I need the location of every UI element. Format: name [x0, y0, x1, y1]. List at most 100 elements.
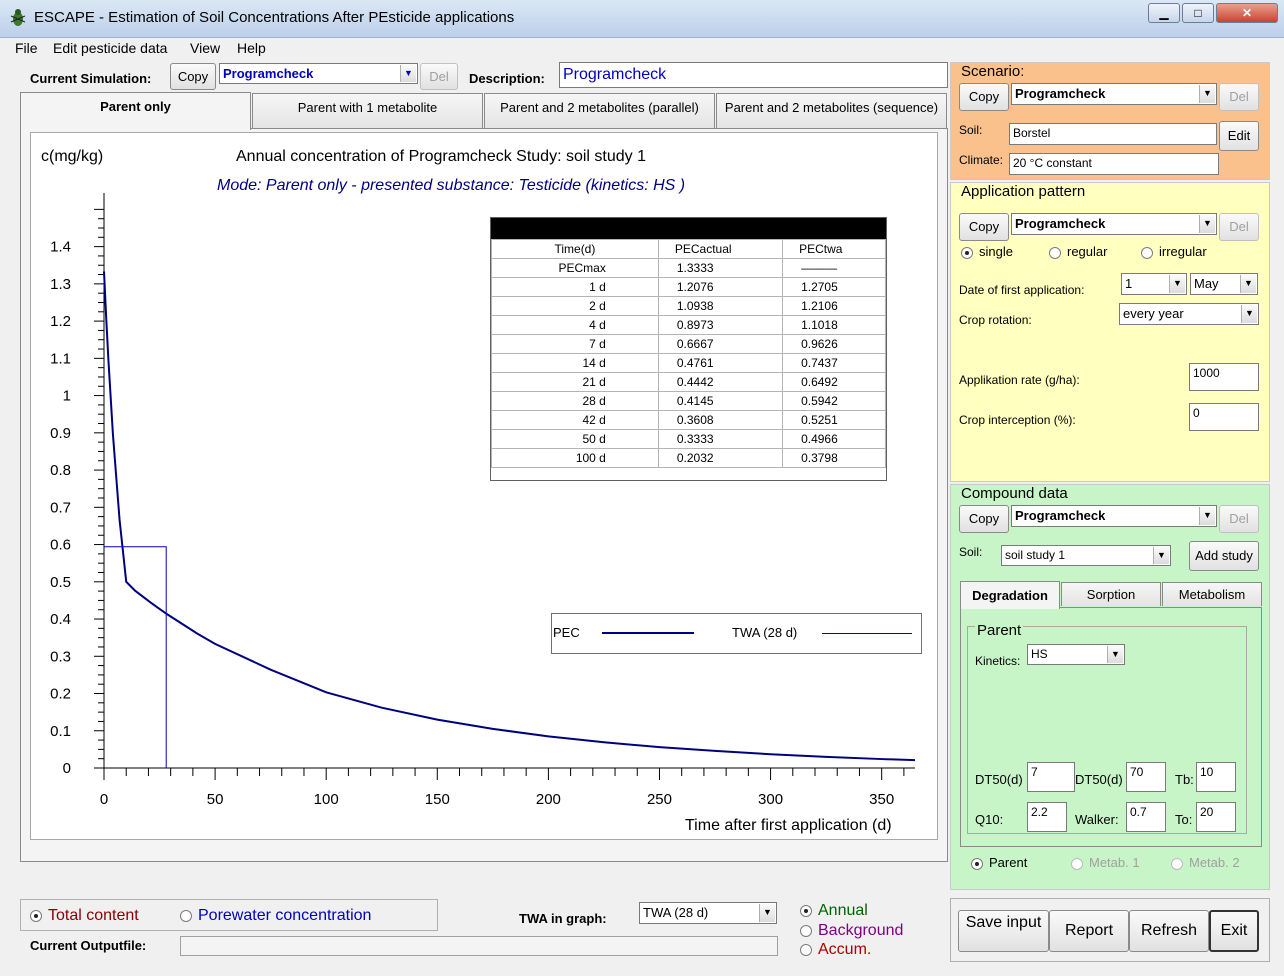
table-cell: 1.1018	[782, 315, 886, 335]
radio-porewater-dot	[180, 909, 192, 922]
radio-metab-2[interactable]: Metab. 2	[1171, 855, 1240, 870]
table-row: PECmax 1.3333 ———	[491, 258, 886, 278]
chevron-down-icon: ▼	[759, 904, 775, 922]
scenario-select[interactable]: Programcheck ▼	[1011, 83, 1217, 105]
compound-del-button[interactable]: Del	[1219, 505, 1259, 533]
scenario-del-button[interactable]: Del	[1219, 83, 1259, 111]
simulation-select[interactable]: Programcheck ▼	[219, 63, 418, 84]
report-button[interactable]: Report	[1049, 910, 1129, 952]
application-del-button[interactable]: Del	[1219, 213, 1259, 241]
menu-view[interactable]: View	[190, 40, 220, 56]
tab-parent-2-metabolites-parallel[interactable]: Parent and 2 metabolites (parallel)	[484, 93, 715, 128]
tab-sorption[interactable]: Sorption	[1061, 582, 1161, 606]
chart-title: Annual concentration of Programcheck Stu…	[236, 148, 646, 165]
crop-interception-input[interactable]: 0	[1189, 403, 1259, 431]
save-input-button[interactable]: Save input	[958, 910, 1049, 952]
application-rate-input[interactable]: 1000	[1189, 363, 1259, 391]
compound-soil-select[interactable]: soil study 1 ▼	[1001, 545, 1171, 566]
compound-select[interactable]: Programcheck ▼	[1011, 505, 1217, 527]
twa-select-value: TWA (28 d)	[643, 905, 709, 920]
description-input[interactable]: Programcheck	[559, 62, 948, 88]
current-simulation-label: Current Simulation:	[30, 71, 152, 86]
table-cell: PECmax	[491, 258, 659, 278]
application-day-value: 1	[1125, 276, 1133, 291]
scenario-select-value: Programcheck	[1015, 86, 1106, 101]
radio-irregular[interactable]: irregular	[1141, 244, 1207, 259]
menu-file[interactable]: File	[15, 40, 38, 56]
q10-input[interactable]: 2.2	[1027, 802, 1067, 832]
exit-button[interactable]: Exit	[1209, 910, 1259, 952]
add-study-button[interactable]: Add study	[1189, 541, 1259, 571]
tb-input[interactable]: 10	[1196, 762, 1236, 792]
table-cell: 100 d	[491, 448, 659, 468]
close-button[interactable]: ✕	[1216, 3, 1278, 23]
simulation-copy-button[interactable]: Copy	[170, 63, 216, 90]
table-cell: 0.2032	[657, 448, 784, 468]
scenario-copy-button[interactable]: Copy	[959, 83, 1009, 111]
table-cell: 0.5942	[782, 391, 886, 411]
pec-table-header-cell: Time(d)	[491, 239, 659, 259]
application-pattern-title: Application pattern	[961, 183, 1086, 200]
twa-in-graph-label: TWA in graph:	[519, 911, 607, 926]
table-cell: 0.8973	[657, 315, 784, 335]
radio-metab-2-dot	[1171, 857, 1183, 870]
maximize-button[interactable]: □	[1182, 3, 1214, 23]
to-input[interactable]: 20	[1196, 802, 1236, 832]
radio-porewater[interactable]: Porewater concentration	[180, 907, 371, 925]
tab-parent-only[interactable]: Parent only	[20, 92, 251, 130]
y-tick-label: 0.5	[50, 574, 71, 591]
radio-single-label: single	[979, 244, 1013, 259]
menu-help[interactable]: Help	[237, 40, 266, 56]
crop-rotation-select[interactable]: every year ▼	[1119, 303, 1259, 325]
table-row: 42 d 0.3608 0.5251	[491, 410, 886, 430]
table-cell: 0.6667	[657, 334, 784, 354]
application-pattern-panel: Application pattern Copy Programcheck ▼ D…	[950, 182, 1270, 482]
twa-select[interactable]: TWA (28 d) ▼	[639, 902, 777, 924]
tab-degradation[interactable]: Degradation	[960, 581, 1060, 609]
legend-twa-line	[822, 633, 912, 634]
radio-metab-2-label: Metab. 2	[1189, 855, 1240, 870]
simulation-del-button[interactable]: Del	[420, 63, 458, 90]
tab-parent-2-metabolites-sequence[interactable]: Parent and 2 metabolites (sequence)	[716, 93, 947, 128]
radio-annual-label: Annual	[818, 902, 868, 919]
radio-metab-1[interactable]: Metab. 1	[1071, 855, 1140, 870]
tab-metabolism[interactable]: Metabolism	[1162, 582, 1262, 606]
application-day-select[interactable]: 1 ▼	[1121, 273, 1187, 295]
tab-parent-1-metabolite[interactable]: Parent with 1 metabolite	[252, 93, 483, 128]
kinetics-select[interactable]: HS ▼	[1027, 644, 1125, 665]
table-row: 50 d 0.3333 0.4966	[491, 429, 886, 449]
table-cell: 0.3333	[657, 429, 784, 449]
dt50-second-input[interactable]: 70	[1126, 762, 1166, 792]
radio-total-content[interactable]: Total content	[30, 907, 139, 925]
table-cell: 1 d	[491, 277, 659, 297]
radio-annual[interactable]: Annual	[800, 902, 868, 920]
refresh-button[interactable]: Refresh	[1129, 910, 1209, 952]
radio-parent[interactable]: Parent	[971, 855, 1027, 870]
compound-copy-button[interactable]: Copy	[959, 505, 1009, 533]
climate-field[interactable]: 20 °C constant	[1009, 153, 1219, 175]
menu-edit-pesticide-data[interactable]: Edit pesticide data	[53, 40, 167, 56]
radio-single[interactable]: single	[961, 244, 1013, 259]
degradation-tab-panel: Parent Kinetics: HS ▼ DT50(d) 7 DT50(d) 7…	[960, 607, 1262, 847]
application-month-select[interactable]: May ▼	[1190, 273, 1258, 295]
twa-series-line	[104, 546, 167, 768]
radio-accum[interactable]: Accum.	[800, 941, 871, 959]
kinetics-label: Kinetics:	[975, 654, 1021, 668]
application-month-value: May	[1194, 276, 1219, 291]
application-copy-button[interactable]: Copy	[959, 213, 1009, 241]
dt50-first-input[interactable]: 7	[1027, 762, 1075, 792]
radio-background[interactable]: Background	[800, 922, 903, 940]
y-axis-label: c(mg/kg)	[41, 148, 103, 165]
chart-subtitle: Mode: Parent only - presented substance:…	[217, 177, 685, 194]
minimize-button[interactable]: ▁	[1148, 3, 1180, 23]
radio-regular[interactable]: regular	[1049, 244, 1107, 259]
table-cell: ———	[782, 258, 886, 278]
current-outputfile-field[interactable]	[180, 936, 778, 956]
y-tick-label: 0.4	[50, 611, 71, 628]
walker-input[interactable]: 0.7	[1126, 802, 1166, 832]
radio-single-dot	[961, 246, 973, 259]
application-select[interactable]: Programcheck ▼	[1011, 213, 1217, 235]
scenario-edit-button[interactable]: Edit	[1219, 121, 1259, 151]
table-cell: 1.2705	[782, 277, 886, 297]
scenario-soil-field[interactable]: Borstel	[1009, 123, 1217, 145]
